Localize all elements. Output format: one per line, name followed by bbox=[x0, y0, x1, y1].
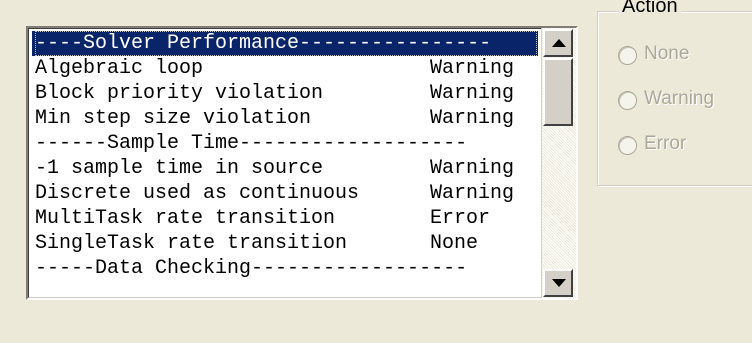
list-item[interactable]: MultiTask rate transition Error bbox=[32, 206, 538, 231]
list-item-name: Discrete used as continuous bbox=[35, 182, 360, 205]
radio-circle-icon bbox=[618, 46, 637, 65]
list-item-value: Warning bbox=[430, 57, 515, 80]
list-item-name: ------Sample Time------------------- bbox=[35, 132, 468, 155]
list-item[interactable]: Min step size violation Warning bbox=[32, 106, 538, 131]
list-item-sample-time-header[interactable]: ------Sample Time------------------- bbox=[32, 131, 538, 156]
listbox-rows: ----Solver Performance---------------- A… bbox=[32, 31, 538, 295]
list-item-name: ----Solver Performance---------------- bbox=[35, 31, 537, 56]
diagnostics-listbox[interactable]: ----Solver Performance---------------- A… bbox=[26, 26, 578, 300]
list-item[interactable]: -1 sample time in source Warning bbox=[32, 156, 538, 181]
list-item-value: Warning bbox=[430, 182, 515, 205]
list-item-name: Block priority violation bbox=[35, 82, 324, 105]
list-item[interactable]: Algebraic loop Warning bbox=[32, 56, 538, 81]
list-item-value: None bbox=[430, 232, 479, 255]
list-item-solver-performance-header[interactable]: ----Solver Performance---------------- bbox=[32, 31, 538, 56]
list-item-name: -1 sample time in source bbox=[35, 157, 324, 180]
list-item-name: -----Data Checking------------------ bbox=[35, 257, 468, 280]
list-item-name: Algebraic loop bbox=[35, 57, 204, 80]
action-group-title: Action bbox=[619, 0, 681, 18]
list-item-value: Warning bbox=[430, 157, 515, 180]
arrow-up-icon bbox=[552, 39, 566, 47]
list-item-value: Error bbox=[430, 207, 491, 230]
scrollbar-thumb[interactable] bbox=[543, 58, 573, 126]
scroll-up-button[interactable] bbox=[543, 29, 573, 57]
radio-label: Error bbox=[644, 133, 687, 154]
list-item-name: MultiTask rate transition bbox=[35, 207, 336, 230]
arrow-down-icon bbox=[552, 279, 566, 287]
list-item-value: Warning bbox=[430, 82, 515, 105]
list-item-name: SingleTask rate transition bbox=[35, 232, 348, 255]
scroll-down-button[interactable] bbox=[543, 269, 573, 297]
list-item[interactable]: SingleTask rate transition None bbox=[32, 231, 538, 256]
vertical-scrollbar[interactable] bbox=[541, 28, 576, 298]
radio-circle-icon bbox=[618, 91, 637, 110]
radio-label: None bbox=[644, 43, 690, 64]
list-item-name: Min step size violation bbox=[35, 107, 312, 130]
radio-label: Warning bbox=[644, 88, 715, 109]
list-item[interactable]: Discrete used as continuous Warning bbox=[32, 181, 538, 206]
list-item-data-checking-header[interactable]: -----Data Checking------------------ bbox=[32, 256, 538, 281]
radio-circle-icon bbox=[618, 136, 637, 155]
list-item-value: Warning bbox=[430, 107, 515, 130]
list-item[interactable]: Block priority violation Warning bbox=[32, 81, 538, 106]
